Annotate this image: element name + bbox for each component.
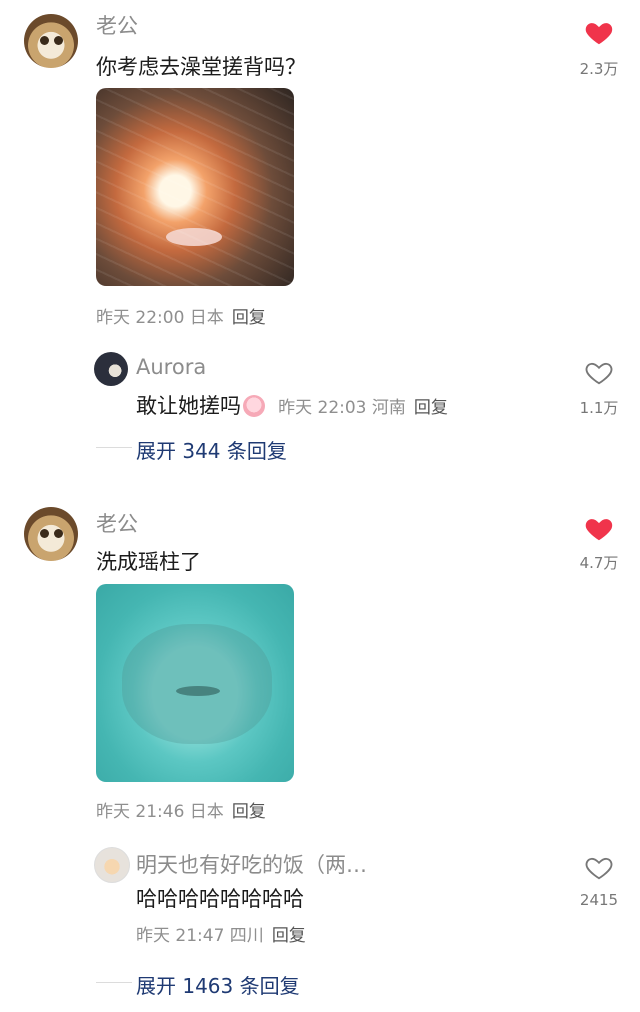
reply-time-location: 昨天 22:03 河南 [278, 398, 406, 418]
comment-time-location: 昨天 21:46 日本 [96, 802, 224, 822]
avatar[interactable] [24, 14, 78, 68]
like-count: 2415 [579, 891, 619, 909]
reply-button[interactable]: 回复 [414, 398, 448, 418]
avatar[interactable] [24, 507, 78, 561]
reply-button[interactable]: 回复 [232, 308, 266, 328]
like-count: 4.7万 [579, 554, 619, 572]
comment-username[interactable]: 老公 [96, 508, 138, 538]
reply-line: 敢让她搓吗 昨天 22:03 河南 回复 [136, 390, 448, 420]
heart-outline-icon[interactable] [584, 358, 614, 388]
reply-username[interactable]: Aurora [136, 355, 206, 379]
reply-text: 敢让她搓吗 [136, 394, 241, 418]
expand-replies-link[interactable]: 展开 1463 条回复 [136, 970, 300, 999]
comment-image[interactable] [96, 88, 294, 286]
comment-meta: 昨天 22:00 日本 回复 [96, 303, 266, 328]
heart-filled-icon[interactable] [584, 514, 614, 544]
crying-emoji-icon [243, 395, 265, 417]
reply-text: 哈哈哈哈哈哈哈哈 [136, 887, 304, 911]
divider [96, 982, 132, 983]
reply-meta: 昨天 21:47 四川 回复 [136, 921, 306, 946]
like-count: 1.1万 [579, 399, 619, 417]
expand-replies-link[interactable]: 展开 344 条回复 [136, 435, 287, 464]
avatar[interactable] [94, 352, 128, 386]
comment-time-location: 昨天 22:00 日本 [96, 308, 224, 328]
reply-button[interactable]: 回复 [272, 926, 306, 946]
comment-username[interactable]: 老公 [96, 10, 138, 40]
comment-text: 洗成瑶柱了 [96, 550, 201, 574]
comment-meta: 昨天 21:46 日本 回复 [96, 797, 266, 822]
divider [96, 447, 132, 448]
reply-username[interactable]: 明天也有好吃的饭（两… [136, 849, 367, 879]
reply-button[interactable]: 回复 [232, 802, 266, 822]
avatar[interactable] [94, 847, 130, 883]
like-count: 2.3万 [579, 60, 619, 78]
heart-filled-icon[interactable] [584, 18, 614, 48]
reply-time-location: 昨天 21:47 四川 [136, 926, 264, 946]
heart-outline-icon[interactable] [584, 853, 614, 883]
reply-meta: 昨天 22:03 河南 回复 [278, 398, 448, 418]
comment-text: 你考虑去澡堂搓背吗？ [96, 55, 306, 79]
comment-image[interactable] [96, 584, 294, 782]
